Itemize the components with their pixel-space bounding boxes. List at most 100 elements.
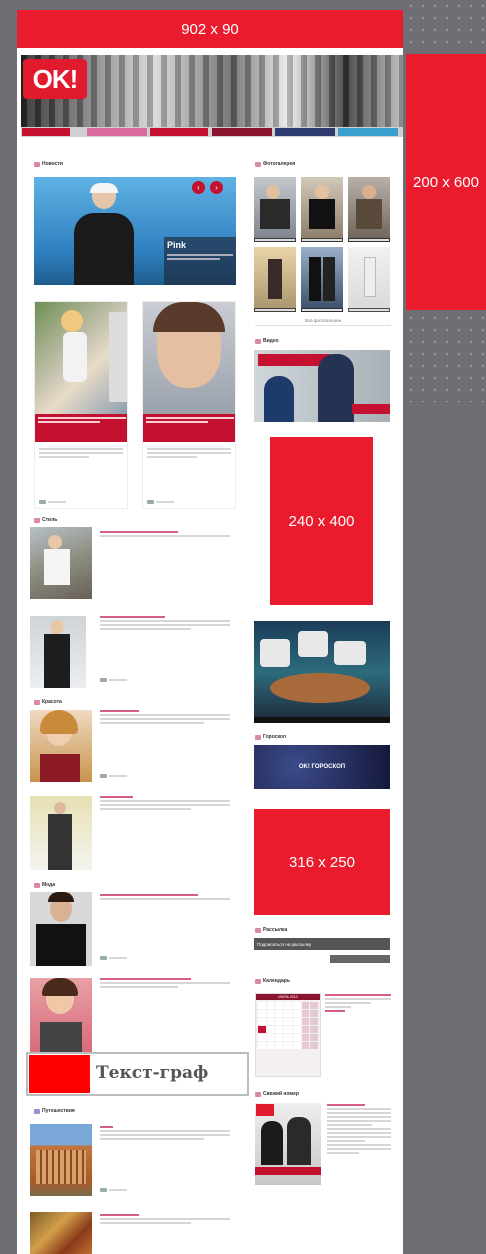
calendar-widget[interactable]: ИЮЛЬ 2013 bbox=[255, 993, 321, 1077]
calendar-day-cell[interactable] bbox=[266, 1034, 275, 1041]
calendar-day-cell[interactable] bbox=[275, 1026, 284, 1033]
calendar-day-cell[interactable] bbox=[301, 1018, 310, 1025]
mail-icon bbox=[255, 927, 261, 933]
news-card-2[interactable] bbox=[142, 301, 236, 509]
hero-slider[interactable]: Pink ‹ › bbox=[34, 177, 236, 285]
folder-icon bbox=[34, 161, 40, 167]
calendar-day-cell[interactable] bbox=[301, 1010, 310, 1017]
calendar-day-cell[interactable] bbox=[258, 1026, 266, 1033]
calendar-day-cell[interactable] bbox=[275, 1010, 284, 1017]
comments-link[interactable] bbox=[100, 774, 127, 778]
calendar-day-cell[interactable] bbox=[275, 1018, 284, 1025]
nav-tab-6[interactable] bbox=[338, 128, 398, 136]
comment-icon bbox=[39, 500, 46, 504]
calendar-day-cell[interactable] bbox=[258, 1018, 266, 1025]
gallery-thumb-3[interactable] bbox=[348, 177, 390, 242]
calendar-day-cell[interactable] bbox=[310, 1026, 318, 1033]
gallery-thumb-2[interactable] bbox=[301, 177, 343, 242]
list-item[interactable] bbox=[30, 710, 240, 784]
section-header-news: Новости bbox=[34, 161, 63, 167]
slider-next-button[interactable]: › bbox=[210, 181, 223, 194]
nav-tab-3[interactable] bbox=[150, 128, 208, 136]
ad-banner-side[interactable]: 200 x 600 bbox=[406, 54, 486, 310]
calendar-day-cell[interactable] bbox=[292, 1034, 301, 1041]
calendar-day-cell[interactable] bbox=[258, 1034, 266, 1041]
featured-video-banner[interactable] bbox=[254, 350, 390, 422]
calendar-day-cell[interactable] bbox=[292, 1026, 301, 1033]
slider-prev-button[interactable]: ‹ bbox=[192, 181, 205, 194]
calendar-day-cell[interactable] bbox=[266, 1018, 275, 1025]
nav-tab-1[interactable] bbox=[22, 128, 70, 136]
calendar-day-cell[interactable] bbox=[301, 1034, 310, 1041]
calendar-day-cell[interactable] bbox=[266, 1026, 275, 1033]
gallery-thumb-4[interactable] bbox=[254, 247, 296, 312]
calendar-day-cell[interactable] bbox=[310, 1018, 318, 1025]
more-photos-link[interactable]: Все фотогалереи bbox=[255, 318, 391, 326]
calendar-day-cell[interactable] bbox=[301, 1002, 310, 1009]
calendar-day-cell[interactable] bbox=[301, 1026, 310, 1033]
calendar-day-cell[interactable] bbox=[301, 1042, 310, 1049]
section-header-travel: Путешествия bbox=[34, 1108, 75, 1114]
calendar-day-cell[interactable] bbox=[275, 1042, 284, 1049]
list-item[interactable] bbox=[30, 892, 240, 966]
gallery-thumb-1[interactable] bbox=[254, 177, 296, 242]
subscribe-button[interactable] bbox=[330, 955, 390, 963]
folder-icon bbox=[34, 882, 40, 888]
calendar-day-cell[interactable] bbox=[275, 1034, 284, 1041]
magazine-cover[interactable] bbox=[255, 1103, 321, 1185]
section-header-fashion: Мода bbox=[34, 882, 55, 888]
calendar-day-cell[interactable] bbox=[292, 1042, 301, 1049]
calendar-day-cell[interactable] bbox=[310, 1042, 318, 1049]
subscribe-bar[interactable]: Подписаться на рассылку bbox=[254, 938, 390, 950]
hero-person bbox=[74, 183, 134, 285]
list-item[interactable] bbox=[30, 1124, 240, 1198]
calendar-day-cell[interactable] bbox=[310, 1002, 318, 1009]
nav-tab-4[interactable] bbox=[212, 128, 272, 136]
comments-link[interactable] bbox=[100, 1188, 127, 1192]
list-item[interactable] bbox=[30, 796, 240, 870]
calendar-day-cell[interactable] bbox=[284, 1018, 292, 1025]
video-controls[interactable] bbox=[254, 717, 390, 723]
calendar-day-cell[interactable] bbox=[284, 1026, 292, 1033]
calendar-day-cell[interactable] bbox=[310, 1010, 318, 1017]
ad-banner-top[interactable]: 902 x 90 bbox=[17, 10, 403, 48]
calendar-day-cell[interactable] bbox=[266, 1042, 275, 1049]
horoscope-banner[interactable]: OK! ГОРОСКОП bbox=[254, 745, 390, 789]
comment-icon bbox=[147, 500, 154, 504]
news-card-1[interactable] bbox=[34, 301, 128, 509]
ad-banner-mid[interactable]: 240 x 400 bbox=[270, 437, 373, 605]
list-item[interactable] bbox=[30, 1212, 240, 1254]
ad-textgraph[interactable]: Текст-граф bbox=[26, 1052, 249, 1096]
list-item[interactable] bbox=[30, 978, 240, 1052]
calendar-day-cell[interactable] bbox=[266, 1002, 275, 1009]
calendar-day-cell[interactable] bbox=[258, 1002, 266, 1009]
list-item[interactable] bbox=[30, 527, 240, 607]
gallery-thumb-5[interactable] bbox=[301, 247, 343, 312]
list-item[interactable] bbox=[30, 616, 240, 688]
comments-link[interactable] bbox=[147, 500, 174, 504]
calendar-day-cell[interactable] bbox=[284, 1002, 292, 1009]
calendar-day-cell[interactable] bbox=[258, 1010, 266, 1017]
news-card-2-photo bbox=[143, 302, 235, 414]
calendar-day-cell[interactable] bbox=[258, 1042, 266, 1049]
comments-link[interactable] bbox=[100, 956, 127, 960]
calendar-day-cell[interactable] bbox=[292, 1002, 301, 1009]
calendar-day-cell[interactable] bbox=[292, 1018, 301, 1025]
ok-logo[interactable]: OK! bbox=[23, 59, 87, 99]
video-player[interactable] bbox=[254, 621, 390, 723]
calendar-day-cell[interactable] bbox=[266, 1010, 275, 1017]
calendar-day-cell[interactable] bbox=[284, 1034, 292, 1041]
ad-banner-square[interactable]: 316 x 250 bbox=[254, 809, 390, 915]
comments-link[interactable] bbox=[39, 500, 66, 504]
calendar-day-cell[interactable] bbox=[292, 1010, 301, 1017]
gallery-thumb-6[interactable] bbox=[348, 247, 390, 312]
camera-icon bbox=[255, 161, 261, 167]
calendar-day-cell[interactable] bbox=[310, 1034, 318, 1041]
comments-link[interactable] bbox=[100, 678, 127, 682]
calendar-day-cell[interactable] bbox=[275, 1002, 284, 1009]
section-header-issue: Свежий номер bbox=[255, 1091, 299, 1097]
nav-tab-5[interactable] bbox=[275, 128, 335, 136]
nav-tab-2[interactable] bbox=[87, 128, 147, 136]
calendar-day-cell[interactable] bbox=[284, 1042, 292, 1049]
calendar-day-cell[interactable] bbox=[284, 1010, 292, 1017]
